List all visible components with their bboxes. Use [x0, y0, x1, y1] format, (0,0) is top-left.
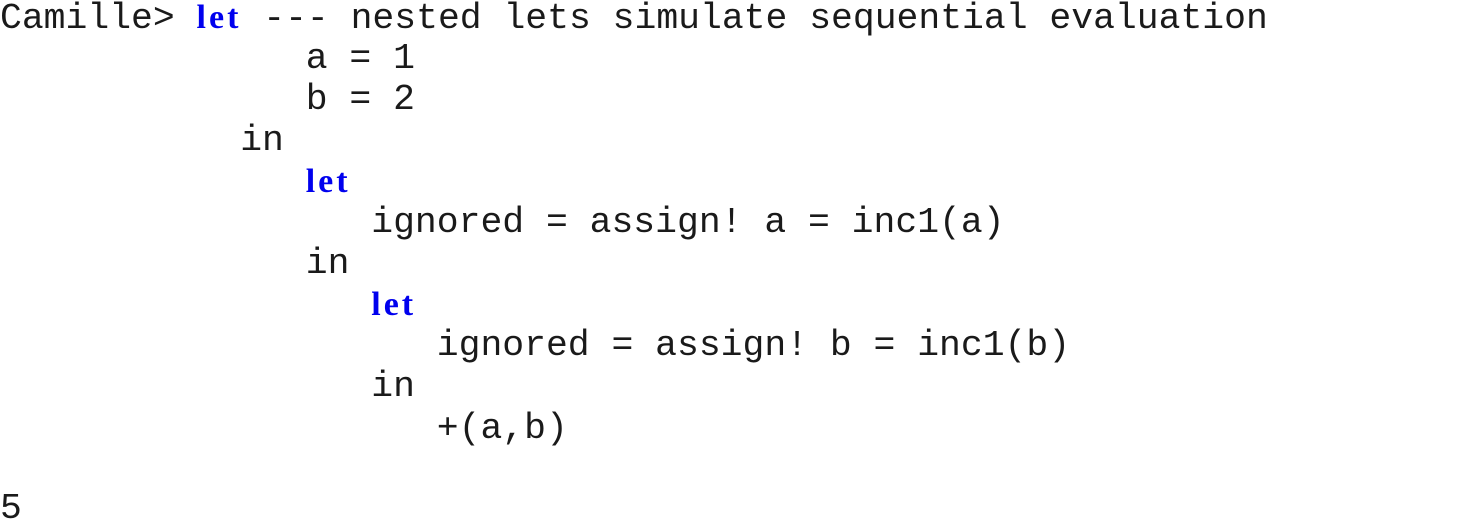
code-line-2: a = 1: [0, 38, 415, 79]
code-line-11: +(a,b): [0, 408, 568, 449]
binding-a: a = 1: [305, 38, 415, 79]
assign-a-expression: ignored = assign! a = inc1(a): [371, 202, 1005, 243]
keyword-in: in: [305, 243, 350, 284]
keyword-let: let: [305, 163, 351, 200]
keyword-let: let: [196, 0, 242, 36]
input-line-1: Camille> let --- nested lets simulate se…: [0, 0, 1268, 39]
repl-console[interactable]: Camille> let --- nested lets simulate se…: [0, 0, 1470, 529]
code-line-4: in: [0, 120, 284, 161]
code-line-9: ignored = assign! b = inc1(b): [0, 325, 1070, 366]
code-line-8: let: [0, 284, 416, 325]
result-output: 5: [0, 488, 22, 529]
comment-text: --- nested lets simulate sequential eval…: [241, 0, 1268, 39]
keyword-in: in: [240, 120, 284, 161]
binding-b: b = 2: [305, 79, 415, 120]
code-line-10: in: [0, 366, 415, 407]
code-line-6: ignored = assign! a = inc1(a): [0, 202, 1005, 243]
code-line-3: b = 2: [0, 79, 415, 120]
keyword-in: in: [371, 366, 415, 407]
code-line-5: let: [0, 161, 351, 202]
sum-expression: +(a,b): [436, 408, 568, 449]
code-line-7: in: [0, 243, 350, 284]
repl-prompt: Camille>: [0, 0, 197, 39]
assign-b-expression: ignored = assign! b = inc1(b): [436, 325, 1071, 366]
keyword-let: let: [371, 286, 417, 323]
